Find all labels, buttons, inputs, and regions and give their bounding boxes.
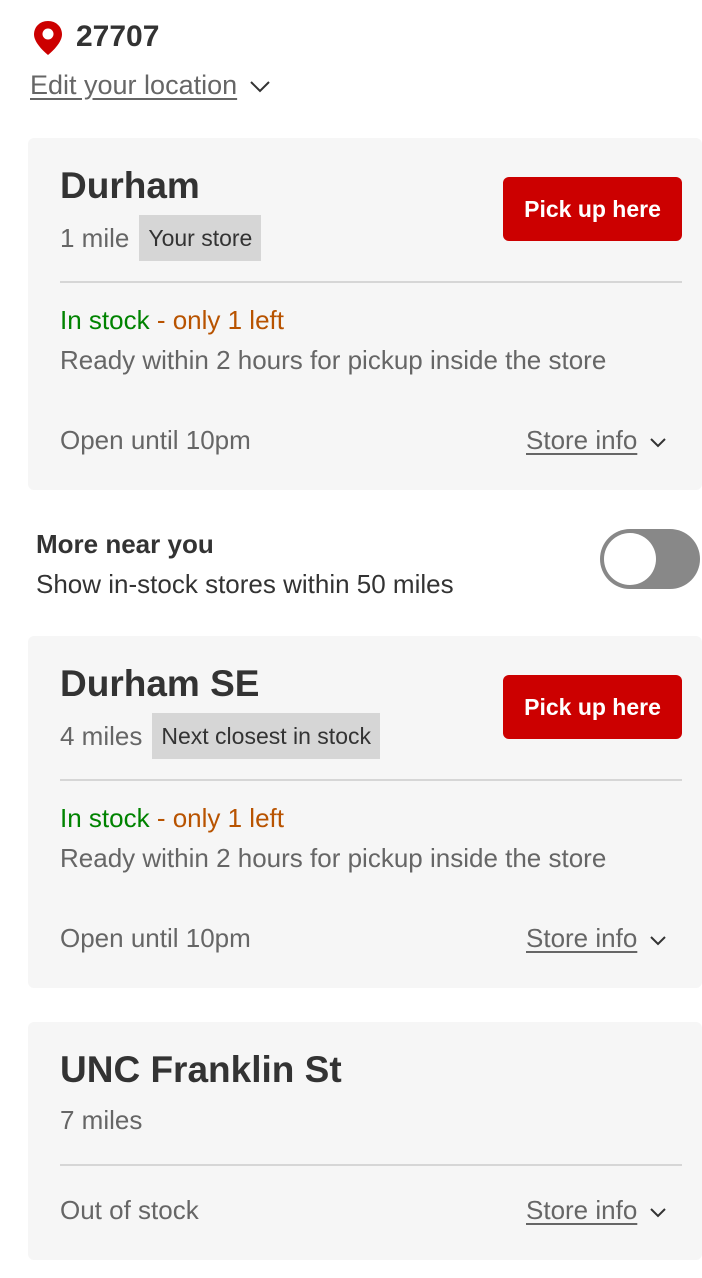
chevron-down-icon xyxy=(249,68,271,102)
store-card-durham-se: Durham SE 4 miles Next closest in stock … xyxy=(28,636,702,988)
pick-up-here-button[interactable]: Pick up here xyxy=(503,177,682,241)
stock-separator: - xyxy=(149,803,173,833)
chevron-down-icon xyxy=(649,1194,667,1226)
stock-status: In stock - only 1 left xyxy=(60,802,284,834)
more-near-you-subtitle: Show in-stock stores within 50 miles xyxy=(36,569,454,599)
store-distance: 4 miles xyxy=(60,720,143,751)
store-card-durham: Durham 1 mile Your store Pick up here In… xyxy=(28,138,702,490)
store-info-link[interactable]: Store info xyxy=(526,1194,667,1226)
store-info-label: Store info xyxy=(526,923,638,953)
out-of-stock-label: Out of stock xyxy=(60,1195,199,1225)
chevron-down-icon xyxy=(649,424,667,456)
store-hours: Open until 10pm xyxy=(60,425,251,455)
store-card-unc-franklin: UNC Franklin St 7 miles Out of stock Sto… xyxy=(28,1022,702,1260)
pickup-ready-text: Ready within 2 hours for pickup inside t… xyxy=(60,345,607,375)
store-hours: Open until 10pm xyxy=(60,923,251,953)
pickup-ready-text: Ready within 2 hours for pickup inside t… xyxy=(60,843,607,873)
low-stock-note: only 1 left xyxy=(172,305,284,335)
location-pin-icon xyxy=(32,20,64,56)
your-store-badge: Your store xyxy=(139,215,262,261)
divider xyxy=(60,1164,682,1166)
in-stock-label: In stock xyxy=(60,305,150,335)
store-distance: 7 miles xyxy=(60,1104,143,1135)
store-info-link[interactable]: Store info xyxy=(526,424,667,456)
edit-location-label: Edit your location xyxy=(30,70,238,100)
divider xyxy=(60,281,682,283)
store-info-link[interactable]: Store info xyxy=(526,922,667,954)
zip-code: 27707 xyxy=(76,20,160,53)
store-distance: 1 mile xyxy=(60,222,130,253)
in-stock-label: In stock xyxy=(60,803,150,833)
stock-status: In stock - only 1 left xyxy=(60,304,284,336)
store-distance-row: 7 miles xyxy=(60,1097,142,1143)
more-near-you-toggle[interactable] xyxy=(600,529,700,589)
store-name: UNC Franklin St xyxy=(60,1049,342,1090)
store-name: Durham SE xyxy=(60,663,260,704)
store-distance-row: 4 miles Next closest in stock xyxy=(60,713,380,759)
divider xyxy=(60,779,682,781)
store-info-label: Store info xyxy=(526,1195,638,1225)
low-stock-note: only 1 left xyxy=(172,803,284,833)
pick-up-here-button[interactable]: Pick up here xyxy=(503,675,682,739)
toggle-knob xyxy=(604,533,656,585)
next-closest-badge: Next closest in stock xyxy=(152,713,380,759)
store-info-label: Store info xyxy=(526,425,638,455)
store-name: Durham xyxy=(60,165,200,206)
more-near-you-title: More near you xyxy=(36,529,214,559)
stock-separator: - xyxy=(149,305,173,335)
chevron-down-icon xyxy=(649,922,667,954)
edit-location-link[interactable]: Edit your location xyxy=(30,68,271,102)
store-distance-row: 1 mile Your store xyxy=(60,215,262,261)
